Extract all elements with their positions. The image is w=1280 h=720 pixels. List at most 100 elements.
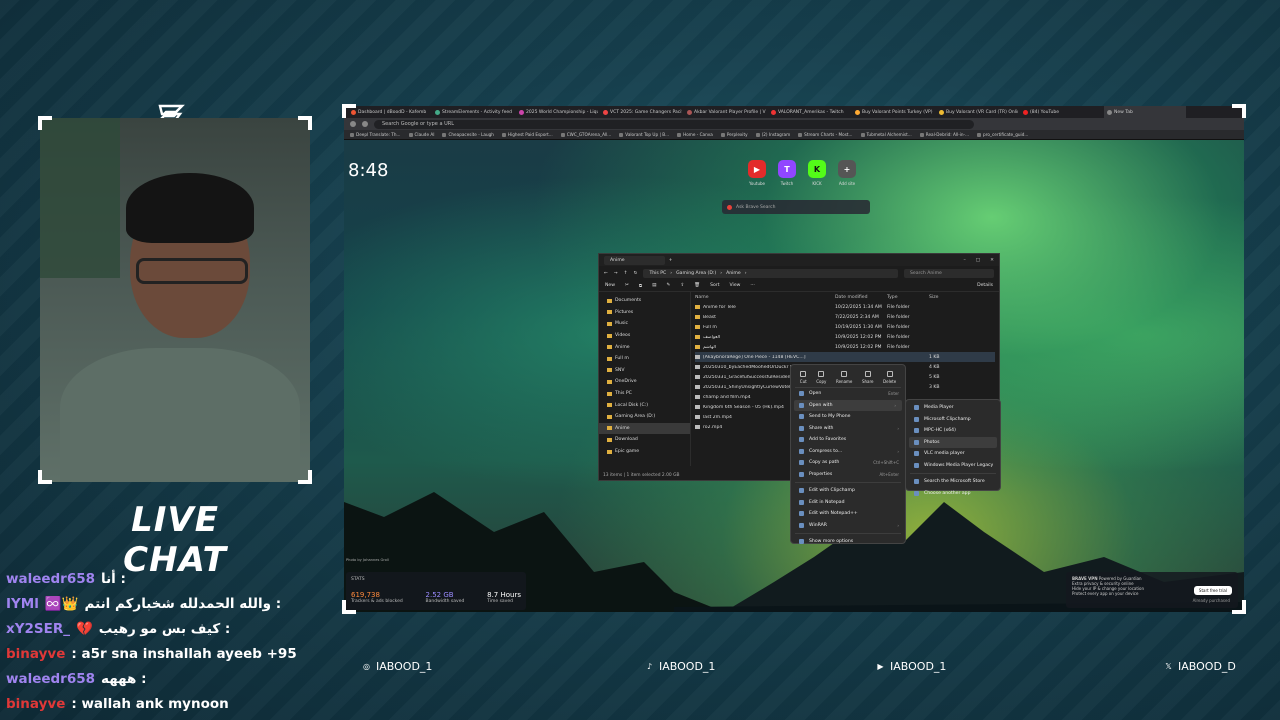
browser-tab[interactable]: Buy Valorant Points Turkey (VP) [852,106,934,118]
delete-action[interactable]: Delete [883,371,896,384]
bookmark-item[interactable]: Perplexity [720,132,748,137]
sidebar-item[interactable]: SNV [607,365,690,377]
context-menu-item[interactable]: Show more options [791,536,905,548]
context-menu-item[interactable]: Properties Alt+Enter [791,469,905,481]
browser-tab[interactable]: Dashboard | dBoodD - Kafemb [348,106,430,118]
submenu-item[interactable]: Media Player [906,402,1000,414]
sidebar-item[interactable]: Download [607,434,690,446]
sidebar-item[interactable]: Epic game [607,446,690,458]
bookmark-item[interactable]: Cheapacesite - Laugh [442,132,494,137]
address-bar[interactable]: Search Google or type a URL [374,119,974,129]
vpn-footer[interactable]: Already purchased [1193,598,1230,603]
file-row[interactable]: [AkaybnoraRege] One Piece - 1148 [HEVC..… [695,352,995,362]
sort-button[interactable]: Sort [710,283,719,288]
back-icon[interactable] [350,121,356,127]
breadcrumb-item[interactable]: This PC [649,271,666,276]
sidebar-item[interactable]: This PC [607,388,690,400]
browser-tab[interactable]: (84) YouTube [1020,106,1102,118]
shortcut-tile[interactable]: K KICK [806,160,828,186]
browser-tab[interactable]: VCT 2025: Game Changers Pacific [600,106,682,118]
chat-username[interactable]: waleedr658 [6,571,95,587]
chat-username[interactable]: xY2SER_ [6,621,70,637]
view-button[interactable]: View [730,283,741,288]
sidebar-item[interactable]: Anime [607,341,690,353]
submenu-item[interactable]: Microsoft Clipchamp [906,414,1000,426]
share-action[interactable]: Share [862,371,873,384]
browser-tab[interactable]: 2025 World Championship - Liqui [516,106,598,118]
breadcrumb[interactable]: This PC › Gaming Area (D:) › Anime › [643,268,898,278]
bookmark-item[interactable]: Tubmetal Alchemist... [860,132,912,137]
vpn-trial-button[interactable]: Start free trial [1193,586,1232,595]
share-icon[interactable]: ⇪ [680,283,684,288]
column-date[interactable]: Date modified [835,295,887,300]
refresh-icon[interactable]: ↻ [634,271,638,276]
file-row[interactable]: Anime for Tele 10/22/2025 1:34 AM File fol… [695,302,995,312]
context-menu-item[interactable]: Open with › [794,399,902,411]
chat-username[interactable]: IYMl [6,596,39,612]
paste-icon[interactable]: ▤ [652,283,656,288]
submenu-item[interactable]: Search the Microsoft Store [906,476,1000,488]
minimize-icon[interactable]: – [964,258,966,263]
forward-icon[interactable]: → [614,271,618,276]
context-menu-item[interactable]: Share with › [791,423,905,435]
breadcrumb-item[interactable]: Gaming Area (D:) [676,271,716,276]
rename-action[interactable]: Rename [836,371,852,384]
copy-action[interactable]: Copy [816,371,826,384]
file-row[interactable]: الهاشم 10/9/2025 12:02 PM File folder [695,342,995,352]
sidebar-item[interactable]: Pictures [607,307,690,319]
up-icon[interactable]: ↑ [624,271,628,276]
browser-tab[interactable]: StreamElements - Activity feed [432,106,514,118]
cut-icon[interactable]: ✂ [625,283,629,288]
file-row[interactable]: Beast 7/22/2025 2:34 AM File folder [695,312,995,322]
bookmark-item[interactable]: pro_certificate_guid... [977,132,1028,137]
context-menu-item[interactable]: Copy as path Ctrl+Shift+C [791,457,905,469]
more-icon[interactable]: ··· [750,283,754,288]
context-menu-item[interactable]: Edit with Notepad++ [791,508,905,520]
file-row[interactable]: العواصف 10/9/2025 12:02 PM File folder [695,332,995,342]
submenu-item[interactable]: Windows Media Player Legacy [906,460,1000,472]
context-menu-item[interactable]: Edit in Notepad [791,497,905,509]
reload-icon[interactable] [362,121,368,127]
context-menu-item[interactable]: Compress to... › [791,446,905,458]
browser-tab[interactable]: VALORANT_Amerikas - Twitch [768,106,850,118]
sidebar-item[interactable]: Gaming Area (D:) [607,411,690,423]
chat-username[interactable]: binayve [6,696,65,712]
bookmark-item[interactable]: CWC_GTOArena_All... [560,132,611,137]
context-menu-item[interactable]: Add to Favorites [791,434,905,446]
file-row[interactable]: Full m 10/19/2025 1:30 AM File folder [695,322,995,332]
bookmark-item[interactable]: Valorant Top Up | B... [619,132,669,137]
sidebar-item[interactable]: Anime [599,422,690,435]
column-name[interactable]: Name [695,295,835,300]
bookmark-item[interactable]: Highest Paid Esport... [501,132,553,137]
explorer-tab[interactable]: Anime [604,255,665,265]
shortcut-tile[interactable]: + Add site [836,160,858,186]
sidebar-item[interactable]: Videos [607,330,690,342]
brave-search-input[interactable]: Ask Brave Search [722,200,870,214]
close-icon[interactable]: ✕ [990,258,994,263]
sidebar-item[interactable]: Full m [607,353,690,365]
submenu-item[interactable]: Choose another app [906,488,1000,500]
context-menu-item[interactable]: Open Enter [791,388,905,400]
copy-icon[interactable]: ⧉ [639,283,642,289]
cut-action[interactable]: Cut [800,371,807,384]
shortcut-tile[interactable]: T Twitch [776,160,798,186]
context-menu-item[interactable]: Send to My Phone [791,411,905,423]
chat-username[interactable]: binayve [6,646,65,662]
submenu-item[interactable]: Photos [909,436,997,448]
browser-tab[interactable]: Buy Valorant (VR Card (TR) Online [936,106,1018,118]
shortcut-tile[interactable]: ▶ Youtube [746,160,768,186]
delete-icon[interactable]: 🗑 [694,283,700,288]
column-type[interactable]: Type [887,295,929,300]
sidebar-item[interactable]: Documents [607,295,690,307]
bookmark-item[interactable]: Real-Debrid: All-in-... [919,132,969,137]
bookmark-item[interactable]: (2) Instagram [755,132,790,137]
column-size[interactable]: Size [929,295,959,300]
context-menu-item[interactable]: WinRAR › [791,520,905,532]
sidebar-item[interactable]: Music [607,318,690,330]
bookmark-item[interactable]: Stream Charts - Most... [798,132,853,137]
details-button[interactable]: Details [977,283,993,288]
submenu-item[interactable]: MPC-HC (x64) [906,425,1000,437]
bookmark-item[interactable]: Deepl Translate: Th... [350,132,401,137]
maximize-icon[interactable]: □ [976,258,980,263]
submenu-item[interactable]: VLC media player [906,448,1000,460]
